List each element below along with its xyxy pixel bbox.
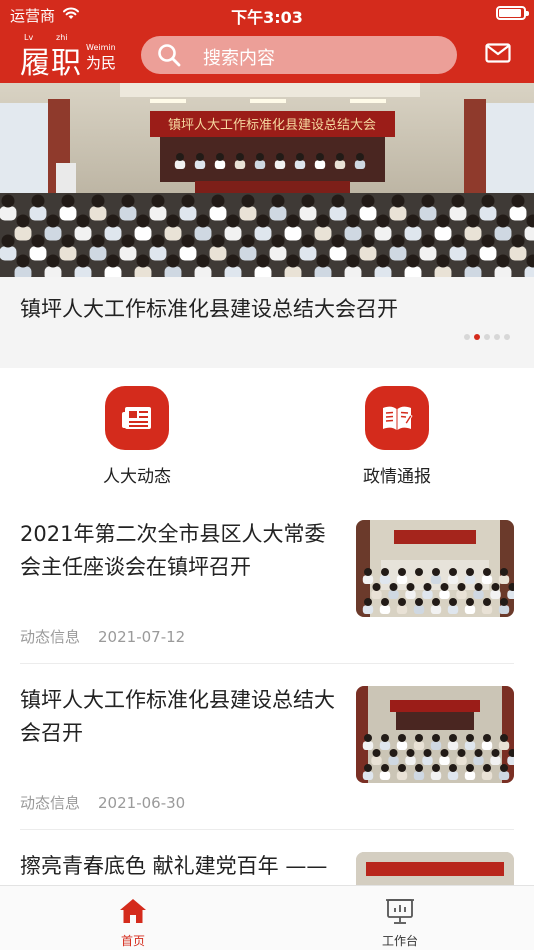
battery-icon — [496, 6, 529, 20]
quick-nav-zhengqingtongbao[interactable]: 政情通报 — [337, 386, 457, 496]
logo-pinyin-weimin: Weimin — [86, 43, 116, 52]
mail-icon[interactable] — [485, 43, 511, 63]
search-icon — [158, 44, 181, 67]
carousel-indicator[interactable] — [464, 334, 510, 340]
carousel-dot[interactable] — [474, 334, 480, 340]
carousel-dot[interactable] — [464, 334, 470, 340]
status-bar: 运营商 下午3:03 — [0, 0, 534, 28]
newspaper-icon — [105, 386, 169, 450]
search-bar[interactable]: 搜索内容 — [141, 36, 457, 74]
quick-nav-rendadongtai[interactable]: 人大动态 — [77, 386, 197, 496]
banner-photo-sign: 镇坪人大工作标准化县建设总结大会 — [168, 118, 376, 133]
dashboard-icon — [386, 899, 414, 924]
home-icon — [120, 899, 146, 923]
tab-bar: 首页 工作台 — [0, 885, 534, 950]
tab-label: 工作台 — [381, 934, 418, 948]
logo-text: 履职 — [20, 46, 82, 81]
news-meta: 动态信息 2021-06-30 — [20, 792, 185, 813]
news-title[interactable]: 镇坪人大工作标准化县建设总结大会召开 — [20, 684, 340, 750]
news-title[interactable]: 2021年第二次全市县区人大常委会主任座谈会在镇坪召开 — [20, 518, 340, 584]
banner-carousel[interactable]: 镇坪人大工作标准化县建设总结大会 镇坪人大工作标准化县建设总结大会召开 — [0, 83, 534, 368]
quick-nav-label: 政情通报 — [363, 467, 431, 487]
news-category: 动态信息 — [20, 628, 81, 646]
app-logo: Lv zhi 履职 Weimin 为民 — [20, 33, 120, 81]
news-title[interactable]: 擦亮青春底色 献礼建党百年 —— — [20, 850, 340, 883]
news-thumbnail[interactable] — [356, 686, 514, 783]
news-date: 2021-06-30 — [98, 794, 186, 812]
banner-photo[interactable]: 镇坪人大工作标准化县建设总结大会 — [0, 83, 534, 277]
battery-level — [499, 9, 521, 17]
news-item[interactable]: 2021年第二次全市县区人大常委会主任座谈会在镇坪召开 动态信息 2021-07-… — [0, 498, 534, 664]
status-time: 下午3:03 — [231, 8, 303, 27]
quick-nav-label: 人大动态 — [103, 467, 171, 487]
tab-home[interactable]: 首页 — [68, 886, 198, 950]
search-placeholder: 搜索内容 — [203, 48, 275, 69]
news-thumbnail[interactable] — [356, 520, 514, 617]
news-item[interactable]: 镇坪人大工作标准化县建设总结大会召开 动态信息 2021-06-30 — [0, 664, 534, 830]
carousel-dot[interactable] — [494, 334, 500, 340]
carousel-dot[interactable] — [484, 334, 490, 340]
app-header: 运营商 下午3:03 Lv zhi 履职 Weimin 为民 搜索内容 — [0, 0, 534, 83]
logo-subtext: 为民 — [86, 54, 117, 72]
quick-nav: 人大动态 政情通报 — [0, 368, 534, 498]
banner-caption[interactable]: 镇坪人大工作标准化县建设总结大会召开 — [20, 293, 398, 323]
tab-workbench[interactable]: 工作台 — [335, 886, 465, 950]
news-category: 动态信息 — [20, 794, 81, 812]
carousel-dot[interactable] — [504, 334, 510, 340]
tab-label: 首页 — [120, 934, 145, 948]
news-meta: 动态信息 2021-07-12 — [20, 626, 185, 647]
open-book-icon — [365, 386, 429, 450]
news-date: 2021-07-12 — [98, 628, 186, 646]
